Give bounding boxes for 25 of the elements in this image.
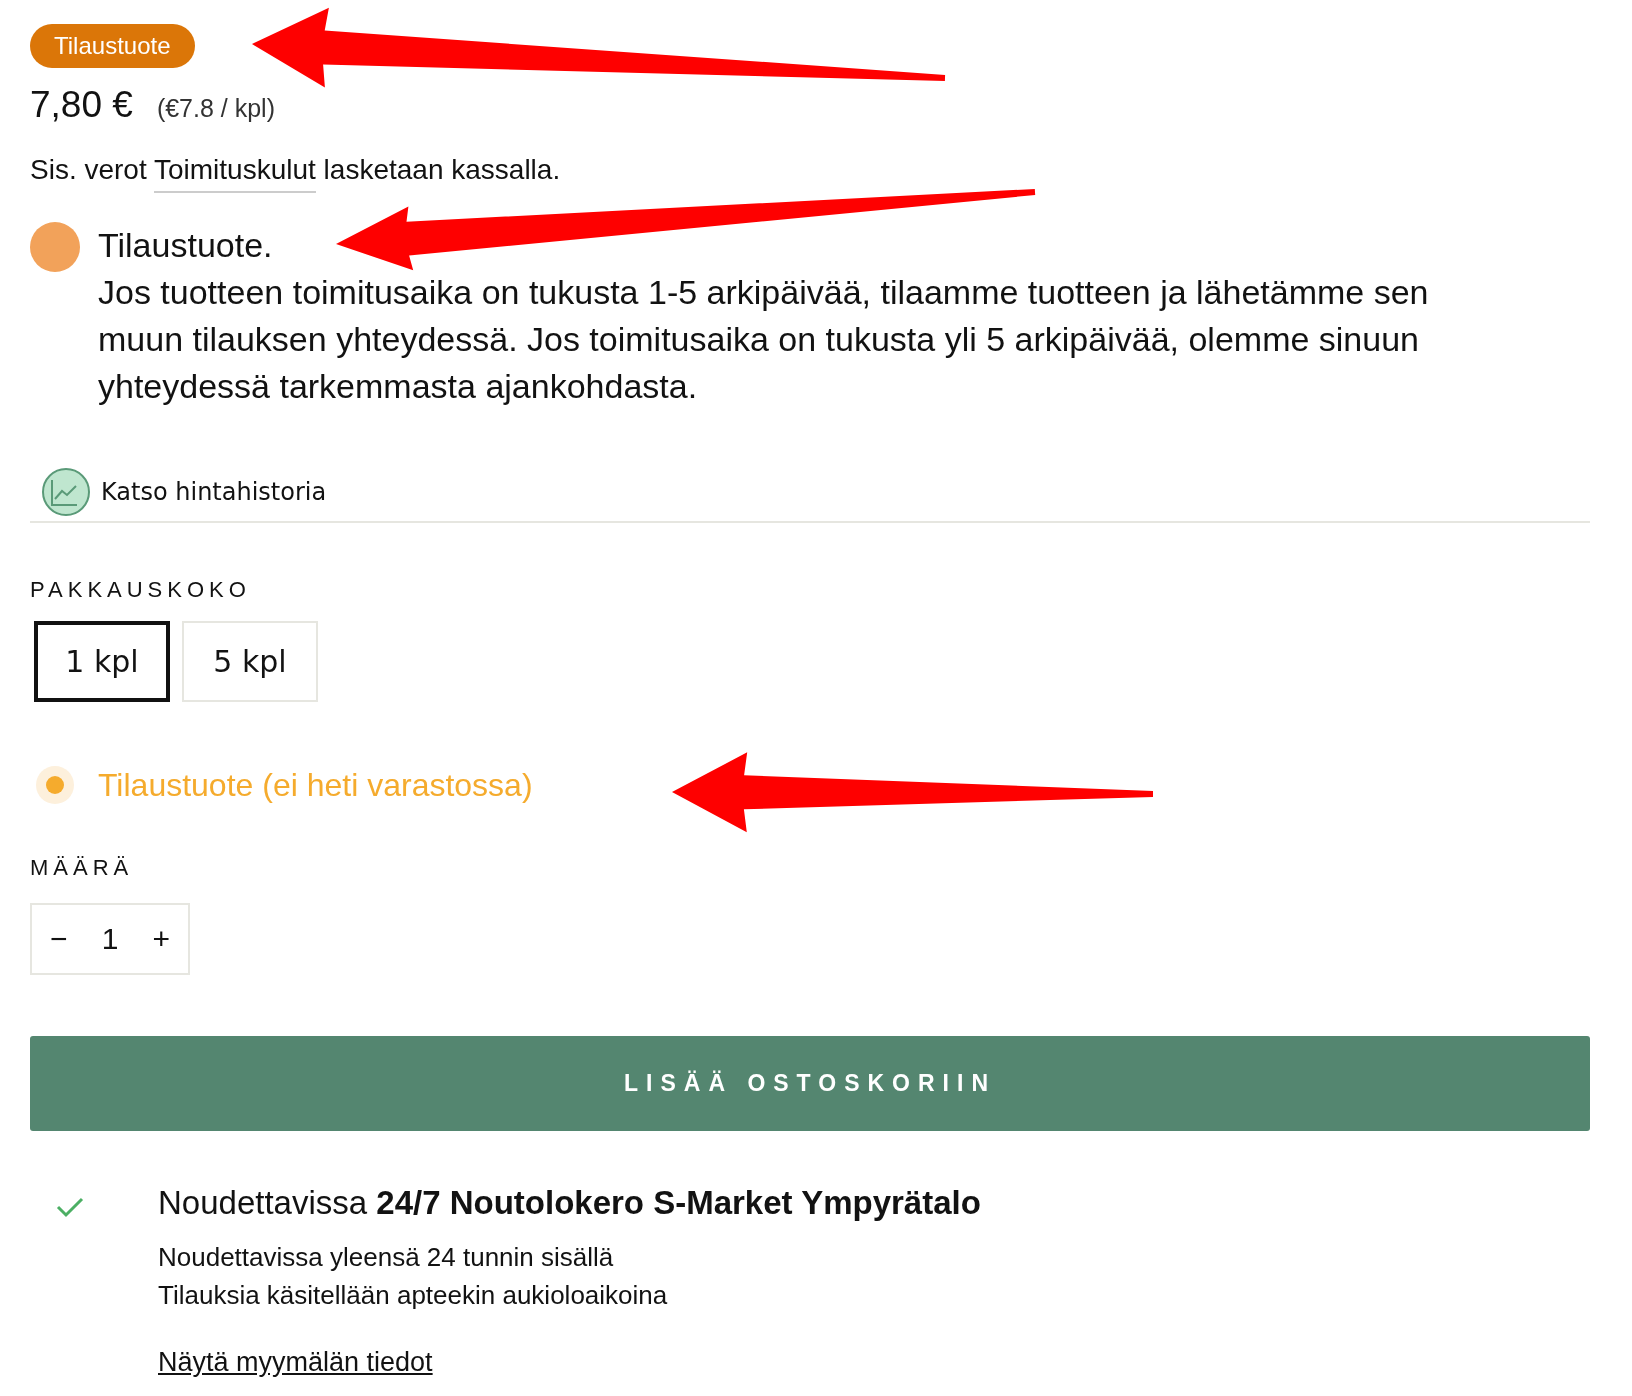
pack-size-option[interactable]: 1 kpl [34,621,170,702]
price-history-link[interactable]: Katso hintahistoria [101,478,327,506]
notice-title: Tilaustuote. [98,225,273,266]
stock-status: Tilaustuote (ei heti varastossa) [98,766,533,804]
decrement-button[interactable]: − [44,922,74,956]
pickup-info: Noudettavissa yleensä 24 tunnin sisällä [158,1241,615,1274]
increment-button[interactable]: + [146,922,176,956]
store-info-link[interactable]: Näytä myymälän tiedot [158,1347,433,1378]
pickup-title: Noudettavissa 24/7 Noutolokero S-Market Ympyrätalo [158,1184,981,1222]
shipping-costs-link[interactable]: Toimituskulut [154,154,316,193]
quantity-field[interactable]: − 1 + [30,903,190,975]
pack-size-label: PAKKAUSKOKO [30,577,252,603]
pickup-info: Tilauksia käsitellään apteekin aukioloaikoina [158,1279,669,1312]
line-chart-icon [41,467,91,517]
status-dot-icon [30,222,80,272]
add-to-cart-button[interactable]: LISÄÄ OSTOSKORIIN [30,1036,1590,1131]
price: 7,80 € [30,84,133,126]
notice-text: Jos tuotteen toimitusaika on tukusta 1-5 arkipäivää, tilaamme tuotteen ja lähetämme sen muun tilauksen yhteydessä. Jos toimitusaika on tukusta yli 5 arkipäivää, olemme sinuun yhteydessä tarkemmasta ajankohdasta. [98,272,1430,407]
unit-price: (€7.8 / kpl) [156,94,275,123]
quantity-value: 1 [101,922,119,956]
status-badge: Tilaustuote [30,24,195,68]
status-dot-icon [36,766,74,804]
quantity-label: MÄÄRÄ [30,855,135,881]
checkmark-icon [56,1196,84,1218]
pack-size-option[interactable]: 5 kpl [182,621,318,702]
